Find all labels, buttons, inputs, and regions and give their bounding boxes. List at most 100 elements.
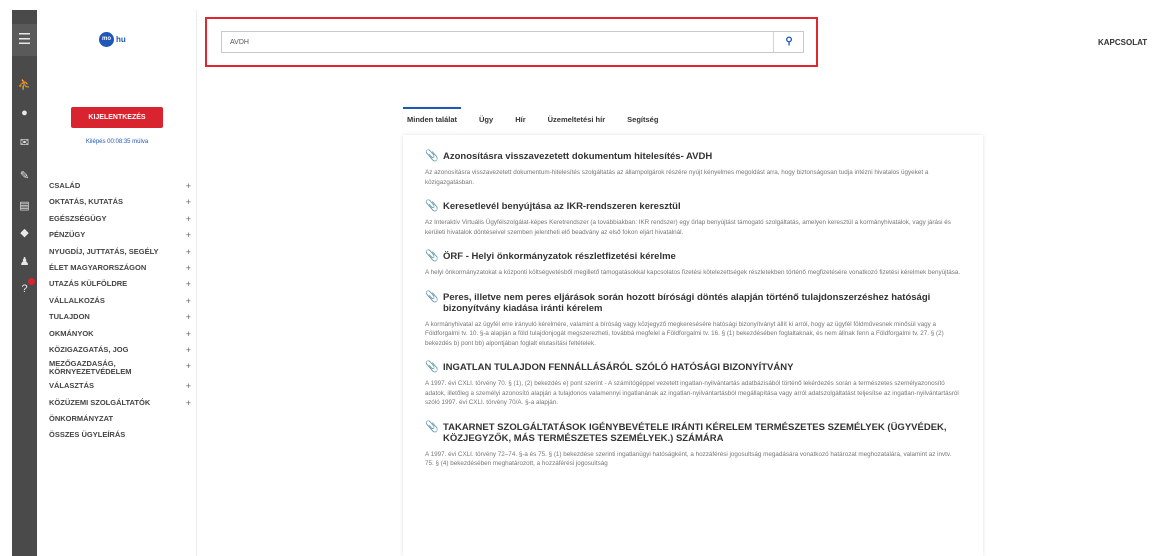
tab-case[interactable]: Ügy (475, 109, 497, 130)
nav-item-label: NYUGDÍJ, JUTTATÁS, SEGÉLY (49, 246, 159, 256)
result-item: 📎 INGATLAN TULAJDON FENNÁLLÁSÁRÓL SZÓLÓ H… (425, 362, 961, 408)
logo-suffix: hu (116, 35, 126, 44)
nav-item-label: ÖSSZES ÜGYLEÍRÁS (49, 430, 126, 440)
nav-item-label: KÖZÜZEMI SZOLGÁLTATÓK (49, 397, 151, 407)
nav-item-label: KÖZIGAZGATÁS, JOG (49, 344, 129, 354)
nav-item-egeszsegugy[interactable]: EGÉSZSÉGÜGY + (49, 211, 191, 227)
nav-item-utazas[interactable]: UTAZÁS KÜLFÖLDRE + (49, 276, 191, 292)
nav-item-label: OKTATÁS, KUTATÁS (49, 197, 124, 207)
nav-item-nyugdij[interactable]: NYUGDÍJ, JUTTATÁS, SEGÉLY + (49, 244, 191, 260)
expand-icon[interactable]: + (186, 342, 191, 358)
notification-badge (28, 278, 35, 285)
expand-icon[interactable]: + (186, 309, 191, 325)
nav-item-label: TULAJDON (49, 312, 90, 322)
result-item: 📎 Azonosításra visszavezetett dokumentum … (425, 151, 961, 187)
result-title-link[interactable]: ÖRF - Helyi önkormányzatok részletfizeté… (443, 251, 676, 262)
expand-icon[interactable]: + (186, 293, 191, 309)
tab-operational-news[interactable]: Üzemeltetési hír (544, 109, 610, 130)
nav-item-label: OKMÁNYOK (49, 328, 94, 338)
id-card-icon[interactable]: ▤ (12, 197, 37, 215)
result-item: 📎 Peres, illetve nem peres eljárások sorá… (425, 290, 961, 349)
users-icon[interactable]: ♟ (12, 253, 37, 271)
expand-icon[interactable]: + (186, 227, 191, 243)
nav-item-label: ÖNKORMÁNYZAT (49, 414, 114, 424)
sidebar: mo hu KIJELENTKEZÉS Kilépés 00:08:35 múl… (37, 10, 197, 556)
mail-icon[interactable]: ✉ (12, 134, 37, 152)
nav-item-elet[interactable]: ÉLET MAGYARORSZÁGON + (49, 260, 191, 276)
nav-item-penzugy[interactable]: PÉNZÜGY + (49, 227, 191, 243)
logo[interactable]: mo hu (99, 32, 126, 47)
session-countdown: Kilépés 00:08:35 múlva (85, 139, 149, 145)
result-description: A kormányhivatal az ügyfél erre irányuló… (425, 320, 944, 347)
expand-icon[interactable]: + (186, 362, 191, 371)
person-icon[interactable]: ⛹ (12, 76, 37, 94)
expand-icon[interactable]: + (186, 194, 191, 210)
nav-item-valasztas[interactable]: VÁLASZTÁS + (49, 378, 191, 394)
expand-icon[interactable]: + (186, 276, 191, 292)
result-title-link[interactable]: TAKARNET SZOLGÁLTATÁSOK IGÉNYBEVÉTELE IR… (443, 422, 961, 444)
result-title-link[interactable]: Peres, illetve nem peres eljárások során… (443, 292, 961, 314)
nav-item-label: PÉNZÜGY (49, 230, 86, 240)
nav-item-label: MEZŐGAZDASÁG, KÖRNYEZETVÉDELEM (49, 359, 132, 377)
category-nav: CSALÁD + OKTATÁS, KUTATÁS + EGÉSZSÉGÜGY + P… (49, 178, 191, 444)
expand-icon[interactable]: + (186, 326, 191, 342)
nav-item-mezogazdasag[interactable]: MEZŐGAZDASÁG, KÖRNYEZETVÉDELEM + (49, 358, 191, 378)
result-item: 📎 Keresetlevél benyújtása az IKR-rendszer… (425, 201, 961, 237)
nav-item-label: UTAZÁS KÜLFÖLDRE (49, 279, 128, 289)
nav-item-kozuzemi[interactable]: KÖZÜZEMI SZOLGÁLTATÓK + (49, 395, 191, 411)
paperclip-icon: 📎 (425, 420, 439, 433)
expand-icon[interactable]: + (186, 178, 191, 194)
expand-icon[interactable]: + (186, 260, 191, 276)
search-input[interactable] (221, 31, 804, 53)
user-icon[interactable]: ● (12, 104, 37, 122)
result-description: Az Interaktív Virtuális Ügyfélszolgálat-… (425, 219, 951, 236)
result-item: 📎 ÖRF - Helyi önkormányzatok részletfizet… (425, 251, 961, 278)
logout-button[interactable]: KIJELENTKEZÉS (71, 107, 163, 128)
expand-icon[interactable]: + (186, 378, 191, 394)
nav-item-tulajdon[interactable]: TULAJDON + (49, 309, 191, 325)
results-panel: 📎 Azonosításra visszavezetett dokumentum … (403, 135, 983, 556)
result-item: 📎 TAKARNET SZOLGÁLTATÁSOK IGÉNYBEVÉTELE I… (425, 420, 961, 469)
help-icon[interactable]: ? (12, 278, 37, 298)
nav-item-oktatas[interactable]: OKTATÁS, KUTATÁS + (49, 194, 191, 210)
nav-item-label: CSALÁD (49, 181, 81, 190)
result-description: A 1997. évi CXLI. törvény 72–74. §-a és … (425, 450, 952, 468)
logo-circle: mo (99, 32, 114, 47)
result-title-link[interactable]: Azonosításra visszavezetett dokumentum h… (443, 151, 712, 162)
result-title-link[interactable]: Keresetlevél benyújtása az IKR-rendszere… (443, 201, 681, 212)
result-description: A helyi önkormányzatokat a központi költ… (425, 269, 961, 276)
paperclip-icon: 📎 (425, 200, 439, 212)
result-title-link[interactable]: INGATLAN TULAJDON FENNÁLLÁSÁRÓL SZÓLÓ HA… (443, 362, 793, 373)
nav-item-okmanyok[interactable]: OKMÁNYOK + (49, 326, 191, 342)
result-description: A 1997. évi CXLI. törvény 70. § (1), (2)… (425, 380, 959, 406)
nav-item-kozigazgatas[interactable]: KÖZIGAZGATÁS, JOG + (49, 342, 191, 358)
paperclip-icon: 📎 (425, 290, 439, 303)
icon-rail: ☰ ⛹ ● ✉ ✎ ▤ ◆ ♟ ? (12, 10, 37, 556)
nav-item-vallalkozas[interactable]: VÁLLALKOZÁS + (49, 293, 191, 309)
result-tabs: Minden találat Ügy Hír Üzemeltetési hír … (403, 107, 662, 130)
nav-item-label: VÁLLALKOZÁS (49, 295, 105, 305)
wrench-icon[interactable]: ✎ (12, 167, 37, 185)
expand-icon[interactable]: + (186, 395, 191, 411)
nav-item-label: VÁLASZTÁS (49, 381, 94, 391)
nav-item-osszes[interactable]: ÖSSZES ÜGYLEÍRÁS (49, 427, 191, 443)
paperclip-icon: 📎 (425, 150, 439, 162)
search-icon: ⚲ (785, 36, 793, 47)
contact-link[interactable]: KAPCSOLAT (1098, 38, 1147, 47)
menu-icon[interactable]: ☰ (12, 24, 37, 56)
nav-item-csalad[interactable]: CSALÁD + (49, 178, 191, 194)
expand-icon[interactable]: + (186, 211, 191, 227)
nav-item-onkormanyzat[interactable]: ÖNKORMÁNYZAT (49, 411, 191, 427)
tab-all-results[interactable]: Minden találat (403, 107, 462, 130)
result-description: Az azonosításra visszavezetett dokumentu… (425, 169, 929, 186)
shield-icon[interactable]: ◆ (12, 224, 37, 242)
tab-help[interactable]: Segítség (623, 109, 662, 130)
nav-item-label: EGÉSZSÉGÜGY (49, 213, 107, 223)
search-highlight: ⚲ (205, 17, 818, 67)
expand-icon[interactable]: + (186, 244, 191, 260)
tab-news[interactable]: Hír (511, 109, 529, 130)
nav-item-label: ÉLET MAGYARORSZÁGON (49, 262, 147, 272)
paperclip-icon: 📎 (425, 361, 439, 373)
search-button[interactable]: ⚲ (773, 31, 804, 53)
paperclip-icon: 📎 (425, 250, 439, 262)
